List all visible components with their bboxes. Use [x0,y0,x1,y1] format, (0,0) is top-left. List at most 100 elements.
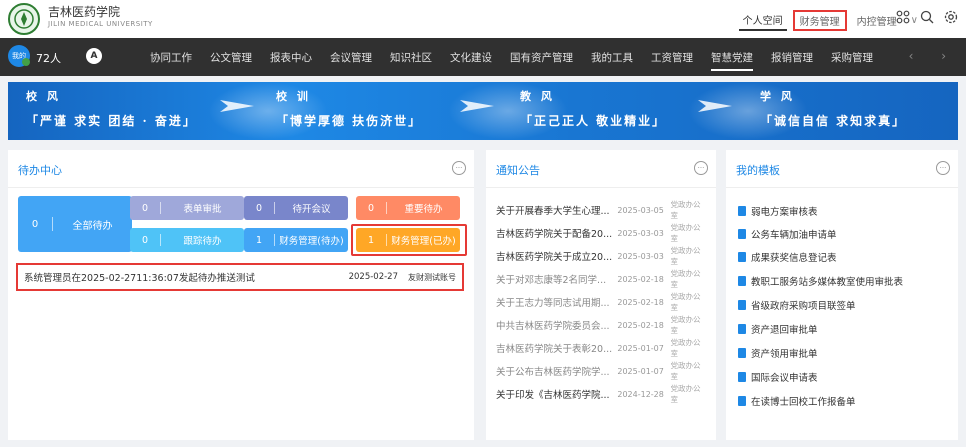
notice-org: 党政办公室 [670,338,701,358]
todo-all-tile[interactable]: 0 全部待办 [18,196,132,252]
banner-motto-study: 学 风 「诚信自信 求知求真」 [760,88,906,129]
link-internal-control[interactable]: 内控管理 [853,11,901,30]
todo-tile-important[interactable]: 0 重要待办 [356,196,460,220]
list-item[interactable]: 关于开展春季大学生心理... 2025-03-05 党政办公室 [496,200,706,220]
nav-item-reports[interactable]: 报表中心 [270,50,312,71]
notice-org: 党政办公室 [670,315,701,335]
nav-item-reimburse[interactable]: 报销管理 [771,50,813,71]
panel-title: 通知公告 [496,164,540,177]
template-name: 在读博士回校工作报备单 [751,397,856,408]
notice-date: 2025-01-07 [617,366,664,376]
notice-date: 2025-02-18 [617,274,664,284]
more-icon[interactable]: ··· [936,161,950,175]
notice-date: 2024-12-28 [617,389,664,399]
panel-header: 待办中心 ··· [8,150,474,188]
notice-org: 党政办公室 [670,223,701,243]
more-icon[interactable]: ··· [452,161,466,175]
list-item[interactable]: 吉林医药学院关于表彰20... 2025-01-07 党政办公室 [496,338,706,358]
template-name: 教职工服务站多媒体教室使用审批表 [751,277,904,288]
banner-motto: 「诚信自信 求知求真」 [760,114,907,128]
todo-list-item[interactable]: 系统管理员在2025-02-2711:36:07发起待办推送测试 2025-02… [16,263,464,291]
top-header: 吉林医药学院 JILIN MEDICAL UNIVERSITY 个人空间 财务管… [0,0,966,38]
template-name: 公务车辆加油申请单 [751,230,837,241]
banner-motto-teaching: 教 风 「正己正人 敬业精业」 [520,88,666,129]
notice-title: 吉林医药学院关于配备20... [496,229,613,240]
tile-label: 重要待办 [404,204,443,215]
tile-label: 财务管理(待办) [279,236,344,247]
more-icon[interactable]: ··· [694,161,708,175]
list-item[interactable]: 关于印发《吉林医药学院... 2024-12-28 党政办公室 [496,384,706,404]
todo-item-date: 2025-02-27 [348,272,398,282]
todo-tile-tracking[interactable]: 0 跟踪待办 [130,228,244,252]
nav-scroll-arrows[interactable]: ‹ › [909,49,958,63]
banner-arrow-icon [460,100,494,112]
notice-org: 党政办公室 [670,292,701,312]
school-subtitle: JILIN MEDICAL UNIVERSITY [48,20,153,28]
document-icon [738,348,746,358]
tile-label: 全部待办 [72,220,113,232]
banner-title: 校 训 [276,90,311,103]
banner-motto-style: 校 风 「严谨 求实 团结 · 奋进」 [26,88,197,129]
list-item[interactable]: 关于公布吉林医药学院学... 2025-01-07 党政办公室 [496,361,706,381]
link-personal-space[interactable]: 个人空间 [738,10,787,31]
banner-motto: 「正己正人 敬业精业」 [520,114,667,128]
notice-org: 党政办公室 [670,384,701,404]
nav-item-tools[interactable]: 我的工具 [591,50,633,71]
todo-tile-finance-pending[interactable]: 1 财务管理(待办) [244,228,348,252]
tile-count: 0 [367,202,375,214]
tile-label: 跟踪待办 [183,236,222,247]
template-name: 国际会议申请表 [751,373,818,384]
search-icon[interactable] [920,10,934,28]
list-item[interactable]: 中共吉林医药学院委员会... 2025-02-18 党政办公室 [496,315,706,335]
notices-panel: 通知公告 ··· 关于开展春季大学生心理... 2025-03-05 党政办公室 吉… [486,150,716,440]
nav-item-documents[interactable]: 公文管理 [210,50,252,71]
notice-date: 2025-01-07 [617,343,664,353]
document-icon [738,229,746,239]
settings-icon[interactable] [944,10,958,28]
nav-item-procurement[interactable]: 采购管理 [831,50,873,71]
todo-center-panel: 待办中心 ··· 0 全部待办 0 表单审批 0 待开会议 0 重要待办 0 跟踪待办 … [8,150,474,440]
list-item[interactable]: 弱电方案审核表 [738,204,818,218]
nav-item-knowledge[interactable]: 知识社区 [390,50,432,71]
list-item[interactable]: 省级政府采购项目联签单 [738,298,856,312]
template-name: 资产退回审批单 [751,325,818,336]
todo-item-text: 系统管理员在2025-02-2711:36:07发起待办推送测试 [24,273,255,284]
school-name: 吉林医药学院 [48,5,121,19]
school-logo [8,3,40,35]
banner-title: 教 风 [520,90,555,103]
list-item[interactable]: 吉林医药学院关于配备20... 2025-03-03 党政办公室 [496,223,706,243]
compass-icon[interactable]: A [86,48,102,64]
list-item[interactable]: 在读博士回校工作报备单 [738,394,856,408]
nav-item-salary[interactable]: 工资管理 [651,50,693,71]
list-item[interactable]: 资产领用审批单 [738,346,818,360]
todo-tile-meetings[interactable]: 0 待开会议 [244,196,348,220]
banner-arrow-icon [698,100,732,112]
link-finance-management[interactable]: 财务管理 [792,10,847,31]
online-badge [22,58,30,66]
nav-item-culture[interactable]: 文化建设 [450,50,492,71]
template-name: 成果获奖信息登记表 [751,253,837,264]
notice-title: 关于印发《吉林医药学院... [496,390,610,401]
nav-item-assets[interactable]: 国有资产管理 [510,50,573,71]
list-item[interactable]: 公务车辆加油申请单 [738,227,837,241]
list-item[interactable]: 国际会议申请表 [738,370,818,384]
list-item[interactable]: 吉林医药学院关于成立20... 2025-03-03 党政办公室 [496,246,706,266]
nav-item-party[interactable]: 智慧党建 [711,50,753,71]
list-item[interactable]: 成果获奖信息登记表 [738,250,837,264]
document-icon [738,372,746,382]
nav-item-meetings[interactable]: 会议管理 [330,50,372,71]
banner-motto: 「博学厚德 扶伤济世」 [276,114,423,128]
list-item[interactable]: 关于王志力等同志试用期... 2025-02-18 党政办公室 [496,292,706,312]
nav-item-collab[interactable]: 协同工作 [150,50,192,71]
list-item[interactable]: 资产退回审批单 [738,322,818,336]
list-item[interactable]: 教职工服务站多媒体教室使用审批表 [738,274,903,288]
notice-title: 吉林医药学院关于表彰20... [496,344,613,355]
grid-icon[interactable] [896,10,910,28]
tile-label: 待开会议 [292,204,331,215]
list-item[interactable]: 关于对邓志康等2名同学... 2025-02-18 党政办公室 [496,269,706,289]
notice-date: 2025-03-03 [617,251,664,261]
todo-tile-form-approval[interactable]: 0 表单审批 [130,196,244,220]
panel-title: 我的模板 [736,164,780,177]
document-icon [738,276,746,286]
template-name: 弱电方案审核表 [751,207,818,218]
